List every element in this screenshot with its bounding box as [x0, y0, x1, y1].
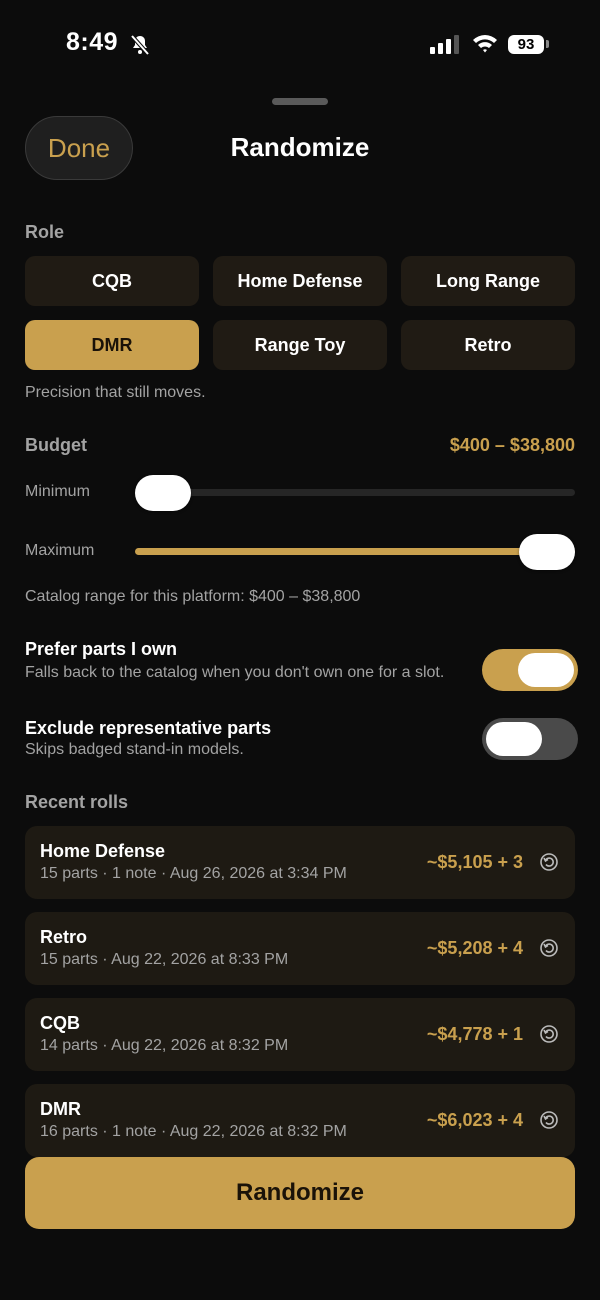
role-chip-long-range[interactable]: Long Range — [401, 256, 575, 306]
exclude-representative-title: Exclude representative parts — [25, 718, 272, 738]
battery-tip — [546, 40, 549, 48]
roll-title: Retro — [40, 927, 88, 947]
roll-subtitle: 14 parts · Aug 22, 2026 at 8:32 PM — [40, 1037, 289, 1054]
minimum-slider-thumb[interactable] — [135, 475, 191, 511]
minimum-label: Minimum — [25, 483, 90, 500]
role-chip-home-defense[interactable]: Home Defense — [213, 256, 387, 306]
prefer-owned-subtitle: Falls back to the catalog when you don't… — [25, 664, 445, 681]
roll-price: ~$6,023 + 4 — [426, 1110, 523, 1130]
role-chip-range-toy[interactable]: Range Toy — [213, 320, 387, 370]
toggle-knob — [518, 653, 574, 687]
battery-icon: 93 — [508, 35, 544, 54]
role-description: Precision that still moves. — [25, 384, 206, 401]
restore-icon[interactable] — [539, 1024, 559, 1049]
recent-rolls-label: Recent rolls — [25, 792, 129, 812]
roll-subtitle: 16 parts · 1 note · Aug 22, 2026 at 8:32… — [40, 1123, 347, 1140]
prefer-owned-title: Prefer parts I own — [25, 639, 178, 659]
role-label: Role — [25, 222, 65, 242]
role-chip-retro[interactable]: Retro — [401, 320, 575, 370]
exclude-representative-toggle[interactable] — [482, 718, 578, 760]
restore-icon[interactable] — [539, 1110, 559, 1135]
prefer-owned-toggle[interactable] — [482, 649, 578, 691]
roll-title: DMR — [40, 1099, 81, 1119]
toggle-knob — [486, 722, 542, 756]
roll-title: CQB — [40, 1013, 80, 1033]
sheet-grabber[interactable] — [272, 98, 328, 105]
roll-subtitle: 15 parts · Aug 22, 2026 at 8:33 PM — [40, 951, 289, 968]
maximum-slider-track[interactable] — [135, 548, 575, 555]
recent-roll-item[interactable]: Retro 15 parts · Aug 22, 2026 at 8:33 PM… — [25, 912, 575, 985]
restore-icon[interactable] — [539, 852, 559, 877]
exclude-representative-subtitle: Skips badged stand-in models. — [25, 741, 244, 758]
catalog-range-note: Catalog range for this platform: $400 – … — [25, 588, 361, 605]
bell-muted-icon — [128, 33, 152, 62]
roll-title: Home Defense — [40, 841, 166, 861]
role-chip-cqb[interactable]: CQB — [25, 256, 199, 306]
wifi-icon — [472, 33, 498, 58]
role-chip-dmr[interactable]: DMR — [25, 320, 199, 370]
budget-label: Budget — [25, 435, 87, 455]
recent-roll-item[interactable]: Home Defense 15 parts · 1 note · Aug 26,… — [25, 826, 575, 899]
recent-roll-item[interactable]: CQB 14 parts · Aug 22, 2026 at 8:32 PM ~… — [25, 998, 575, 1071]
roll-price: ~$4,778 + 1 — [426, 1024, 523, 1044]
minimum-slider-track[interactable] — [135, 489, 575, 496]
cellular-signal-icon — [430, 34, 462, 54]
restore-icon[interactable] — [539, 938, 559, 963]
page-title: Randomize — [230, 132, 370, 162]
roll-price: ~$5,208 + 4 — [426, 938, 523, 958]
maximum-slider-thumb[interactable] — [519, 534, 575, 570]
roll-price: ~$5,105 + 3 — [426, 852, 523, 872]
randomize-button[interactable]: Randomize — [25, 1157, 575, 1229]
status-time: 8:49 — [66, 28, 119, 56]
maximum-label: Maximum — [25, 542, 95, 559]
recent-roll-item[interactable]: DMR 16 parts · 1 note · Aug 22, 2026 at … — [25, 1084, 575, 1157]
roll-subtitle: 15 parts · 1 note · Aug 26, 2026 at 3:34… — [40, 865, 347, 882]
budget-range-value: $400 – $38,800 — [449, 435, 575, 455]
